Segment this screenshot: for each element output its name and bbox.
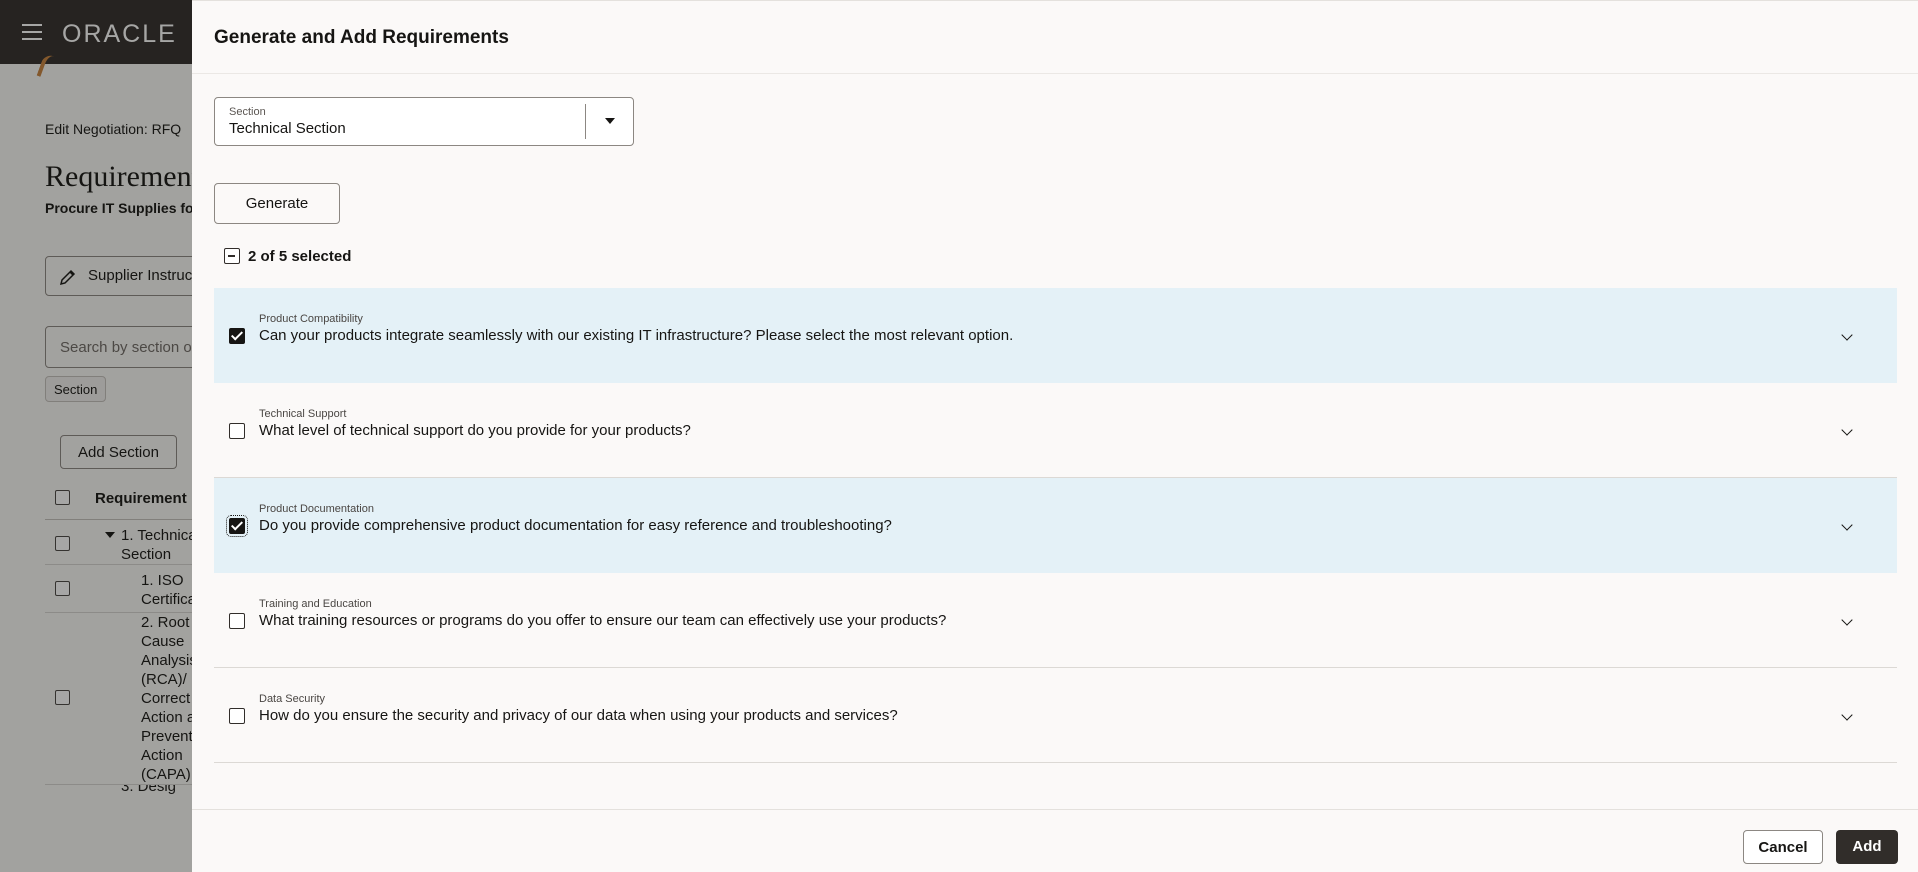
select-all-checkbox[interactable]	[224, 248, 240, 264]
caret-down-icon	[605, 118, 615, 124]
section-select[interactable]: Section Technical Section	[214, 97, 634, 146]
requirement-checkbox[interactable]	[229, 613, 245, 629]
requirement-row-product-documentation[interactable]: Product Documentation Do you provide com…	[214, 478, 1897, 573]
requirement-question: What training resources or programs do y…	[259, 612, 947, 629]
add-button[interactable]: Add	[1836, 830, 1898, 864]
requirement-question: Do you provide comprehensive product doc…	[259, 517, 892, 534]
requirement-checkbox[interactable]	[229, 708, 245, 724]
chevron-down-icon[interactable]	[1841, 424, 1853, 436]
generate-requirements-drawer: Generate and Add Requirements Section Te…	[192, 0, 1918, 872]
requirement-category: Data Security	[259, 693, 326, 705]
requirement-row-data-security[interactable]: Data Security How do you ensure the secu…	[214, 668, 1897, 763]
drawer-header: Generate and Add Requirements	[192, 1, 1918, 74]
requirement-checkbox[interactable]	[226, 515, 248, 537]
requirement-row-product-compatibility[interactable]: Product Compatibility Can your products …	[214, 288, 1897, 383]
requirement-question: Can your products integrate seamlessly w…	[259, 327, 1014, 344]
requirement-category: Technical Support	[259, 408, 347, 420]
indeterminate-icon	[228, 255, 235, 257]
requirement-category: Product Documentation	[259, 503, 374, 515]
chevron-down-icon[interactable]	[1841, 709, 1853, 721]
chevron-down-icon[interactable]	[1841, 519, 1853, 531]
requirement-row-training-and-education[interactable]: Training and Education What training res…	[214, 573, 1897, 668]
selection-count: 2 of 5 selected	[248, 248, 352, 265]
chevron-down-icon[interactable]	[1841, 614, 1853, 626]
drawer-footer: Cancel Add	[192, 809, 1918, 872]
requirement-question: How do you ensure the security and priva…	[259, 707, 898, 724]
requirement-category: Product Compatibility	[259, 313, 363, 325]
section-select-value: Technical Section	[229, 120, 346, 137]
section-select-label: Section	[229, 106, 266, 118]
requirement-checkbox[interactable]	[229, 328, 245, 344]
chevron-down-icon[interactable]	[1841, 329, 1853, 341]
generate-button[interactable]: Generate	[214, 183, 340, 224]
requirement-row-technical-support[interactable]: Technical Support What level of technica…	[214, 383, 1897, 478]
cancel-button[interactable]: Cancel	[1743, 830, 1823, 864]
drawer-title: Generate and Add Requirements	[214, 27, 509, 48]
requirements-list: Product Compatibility Can your products …	[214, 288, 1897, 763]
requirement-category: Training and Education	[259, 598, 372, 610]
requirement-question: What level of technical support do you p…	[259, 422, 691, 439]
requirement-checkbox[interactable]	[229, 423, 245, 439]
section-dropdown-button[interactable]	[586, 98, 634, 145]
